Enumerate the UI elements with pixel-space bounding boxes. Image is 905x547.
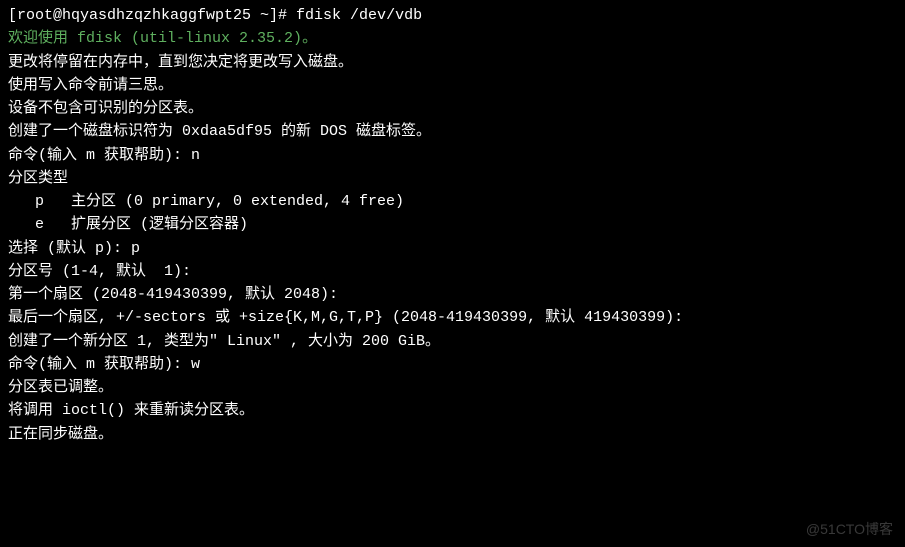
partition-number: 分区号 (1-4, 默认 1): xyxy=(8,260,897,283)
info-no-table: 设备不包含可识别的分区表。 xyxy=(8,97,897,120)
watermark: @51CTO博客 xyxy=(806,519,893,541)
partition-type-header: 分区类型 xyxy=(8,167,897,190)
prompt-line: [root@hqyasdhzqzhkaggfwpt25 ~]# fdisk /d… xyxy=(8,4,897,27)
welcome-prefix: 欢迎使用 xyxy=(8,30,77,47)
syncing-disk: 正在同步磁盘。 xyxy=(8,423,897,446)
created-partition: 创建了一个新分区 1, 类型为" Linux" , 大小为 200 GiB。 xyxy=(8,330,897,353)
partition-extended: e 扩展分区 (逻辑分区容器) xyxy=(8,213,897,236)
table-adjusted: 分区表已调整。 xyxy=(8,376,897,399)
last-sector: 最后一个扇区, +/-sectors 或 +size{K,M,G,T,P} (2… xyxy=(8,306,897,329)
info-warning: 使用写入命令前请三思。 xyxy=(8,74,897,97)
cmd-help-n: 命令(输入 m 获取帮助): n xyxy=(8,144,897,167)
prompt-left: [root@hqyasdhzqzhkaggfwpt25 ~]# xyxy=(8,7,287,24)
info-dos-label: 创建了一个磁盘标识符为 0xdaa5df95 的新 DOS 磁盘标签。 xyxy=(8,120,897,143)
select-default: 选择 (默认 p): p xyxy=(8,237,897,260)
first-sector: 第一个扇区 (2048-419430399, 默认 2048): xyxy=(8,283,897,306)
welcome-fdisk: fdisk (util-linux 2.35.2) xyxy=(77,30,302,47)
welcome-suffix: 。 xyxy=(302,30,317,47)
ioctl-reread: 将调用 ioctl() 来重新读分区表。 xyxy=(8,399,897,422)
welcome-line: 欢迎使用 fdisk (util-linux 2.35.2)。 xyxy=(8,27,897,50)
info-memory: 更改将停留在内存中，直到您决定将更改写入磁盘。 xyxy=(8,51,897,74)
cmd-help-w: 命令(输入 m 获取帮助): w xyxy=(8,353,897,376)
partition-primary: p 主分区 (0 primary, 0 extended, 4 free) xyxy=(8,190,897,213)
prompt-cmd: fdisk /dev/vdb xyxy=(287,7,422,24)
